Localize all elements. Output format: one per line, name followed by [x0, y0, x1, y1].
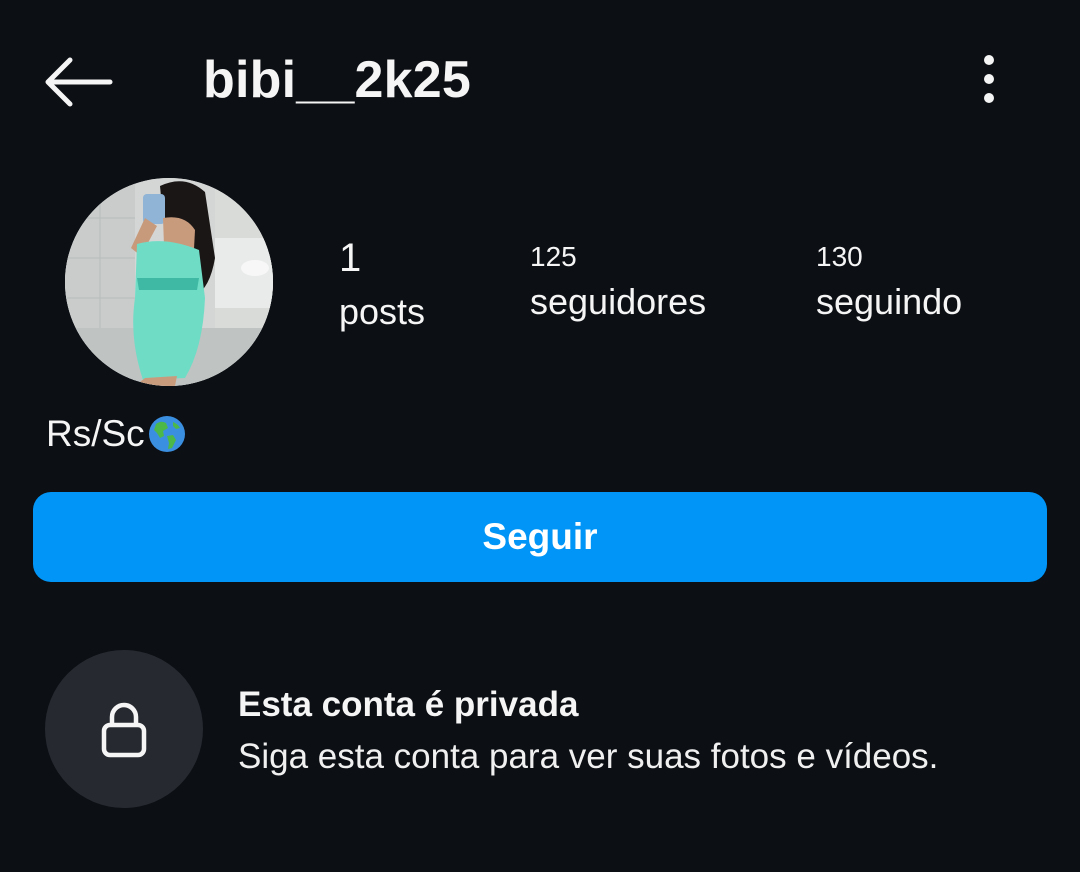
bio-text: Rs/Sc — [46, 413, 145, 454]
posts-label: posts — [339, 291, 426, 332]
profile-bio: Rs/Sc — [46, 410, 187, 458]
private-account-title: Esta conta é privada — [238, 685, 579, 724]
lock-icon — [101, 702, 147, 758]
followers-count: 125 — [530, 241, 577, 272]
top-bar: bibi__2k25 — [0, 0, 1080, 160]
follow-button[interactable]: Seguir — [33, 492, 1047, 582]
more-vertical-icon — [984, 55, 994, 103]
more-options-button[interactable] — [966, 50, 1012, 110]
followers-label: seguidores — [530, 281, 707, 322]
following-stat[interactable]: 130 seguindo — [816, 240, 962, 324]
following-count: 130 — [816, 241, 863, 272]
followers-stat[interactable]: 125 seguidores — [530, 240, 706, 324]
profile-username: bibi__2k25 — [203, 51, 471, 109]
globe-americas-icon — [148, 416, 185, 452]
private-account-subtitle: Siga esta conta para ver suas fotos e ví… — [238, 737, 939, 776]
follow-button-label: Seguir — [482, 516, 598, 557]
following-label: seguindo — [816, 281, 963, 322]
profile-photo — [65, 178, 273, 386]
private-lock-badge — [45, 650, 203, 808]
profile-avatar[interactable] — [65, 178, 273, 386]
back-button[interactable] — [40, 50, 116, 114]
posts-count: 1 — [339, 236, 362, 280]
arrow-left-icon — [45, 57, 113, 107]
posts-stat: 1 posts — [339, 234, 425, 334]
